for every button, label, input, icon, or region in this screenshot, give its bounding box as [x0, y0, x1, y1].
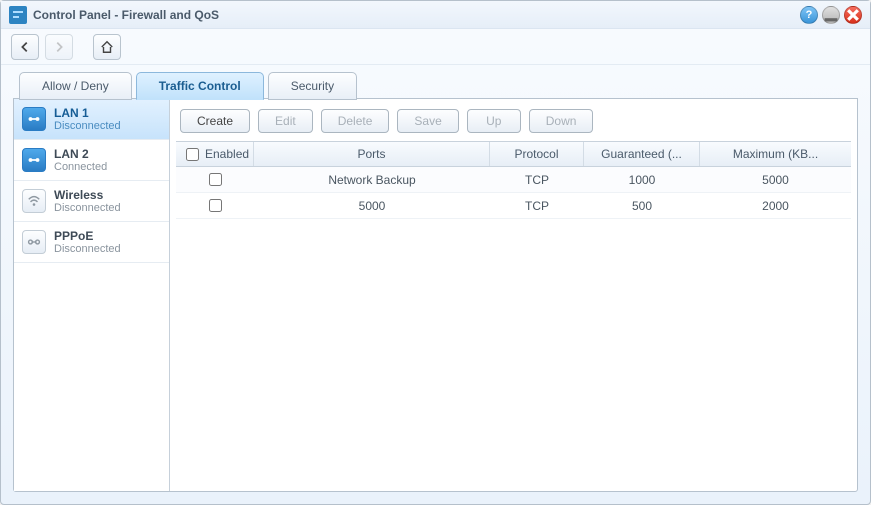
interface-name: PPPoE — [54, 229, 121, 243]
wireless-icon — [22, 189, 46, 213]
interface-name: Wireless — [54, 188, 121, 202]
col-ports[interactable]: Ports — [254, 142, 490, 166]
interface-list: LAN 1 Disconnected LAN 2 Connected — [14, 99, 170, 491]
forward-arrow-icon — [52, 40, 66, 54]
interface-status: Disconnected — [54, 243, 121, 255]
row-ports: 5000 — [254, 199, 490, 213]
lan-icon — [22, 148, 46, 172]
create-button[interactable]: Create — [180, 109, 250, 133]
interface-name: LAN 1 — [54, 106, 121, 120]
row-maximum: 2000 — [700, 199, 851, 213]
interface-name: LAN 2 — [54, 147, 107, 161]
rules-grid: Enabled Ports Protocol Guaranteed (... M… — [176, 141, 851, 219]
tab-bar: Allow / Deny Traffic Control Security — [13, 71, 858, 99]
home-icon — [100, 40, 114, 54]
close-icon — [845, 7, 861, 23]
interface-item-lan1[interactable]: LAN 1 Disconnected — [14, 99, 169, 140]
minimize-button[interactable] — [822, 6, 840, 24]
firewall-app-icon — [9, 6, 27, 24]
window-title: Control Panel - Firewall and QoS — [33, 8, 796, 22]
rule-row[interactable]: Network Backup TCP 1000 5000 — [176, 167, 851, 193]
close-button[interactable] — [844, 6, 862, 24]
help-button[interactable]: ? — [800, 6, 818, 24]
back-arrow-icon — [18, 40, 32, 54]
traffic-control-panel: LAN 1 Disconnected LAN 2 Connected — [13, 98, 858, 492]
forward-button[interactable] — [45, 34, 73, 60]
col-guaranteed[interactable]: Guaranteed (... — [584, 142, 700, 166]
interface-status: Connected — [54, 161, 107, 173]
pppoe-icon — [22, 230, 46, 254]
tab-traffic-control[interactable]: Traffic Control — [136, 72, 264, 100]
grid-header: Enabled Ports Protocol Guaranteed (... M… — [176, 142, 851, 167]
back-button[interactable] — [11, 34, 39, 60]
nav-toolbar — [1, 29, 870, 65]
row-enabled-checkbox[interactable] — [209, 173, 222, 186]
col-protocol[interactable]: Protocol — [490, 142, 584, 166]
home-button[interactable] — [93, 34, 121, 60]
row-enabled-checkbox[interactable] — [209, 199, 222, 212]
tab-security[interactable]: Security — [268, 72, 357, 100]
select-all-checkbox[interactable] — [186, 148, 199, 161]
interface-status: Disconnected — [54, 202, 121, 214]
row-guaranteed: 1000 — [584, 173, 700, 187]
save-button[interactable]: Save — [397, 109, 458, 133]
control-panel-window: Control Panel - Firewall and QoS ? Allow… — [0, 0, 871, 505]
row-protocol: TCP — [490, 173, 584, 187]
rule-row[interactable]: 5000 TCP 500 2000 — [176, 193, 851, 219]
minimize-icon — [823, 7, 839, 23]
title-bar: Control Panel - Firewall and QoS ? — [1, 1, 870, 29]
col-enabled-label: Enabled — [205, 147, 249, 161]
interface-item-lan2[interactable]: LAN 2 Connected — [14, 140, 169, 181]
row-protocol: TCP — [490, 199, 584, 213]
tab-allow-deny[interactable]: Allow / Deny — [19, 72, 132, 100]
interface-status: Disconnected — [54, 120, 121, 132]
up-button[interactable]: Up — [467, 109, 521, 133]
col-maximum[interactable]: Maximum (KB... — [700, 142, 851, 166]
interface-item-wireless[interactable]: Wireless Disconnected — [14, 181, 169, 222]
down-button[interactable]: Down — [529, 109, 594, 133]
content-area: Allow / Deny Traffic Control Security LA… — [13, 71, 858, 492]
edit-button[interactable]: Edit — [258, 109, 313, 133]
row-maximum: 5000 — [700, 173, 851, 187]
row-guaranteed: 500 — [584, 199, 700, 213]
row-ports: Network Backup — [254, 173, 490, 187]
interface-item-pppoe[interactable]: PPPoE Disconnected — [14, 222, 169, 263]
rule-action-bar: Create Edit Delete Save Up Down — [176, 105, 851, 141]
lan-icon — [22, 107, 46, 131]
col-enabled[interactable]: Enabled — [176, 142, 254, 166]
rules-area: Create Edit Delete Save Up Down Enabled … — [170, 99, 857, 491]
delete-button[interactable]: Delete — [321, 109, 390, 133]
